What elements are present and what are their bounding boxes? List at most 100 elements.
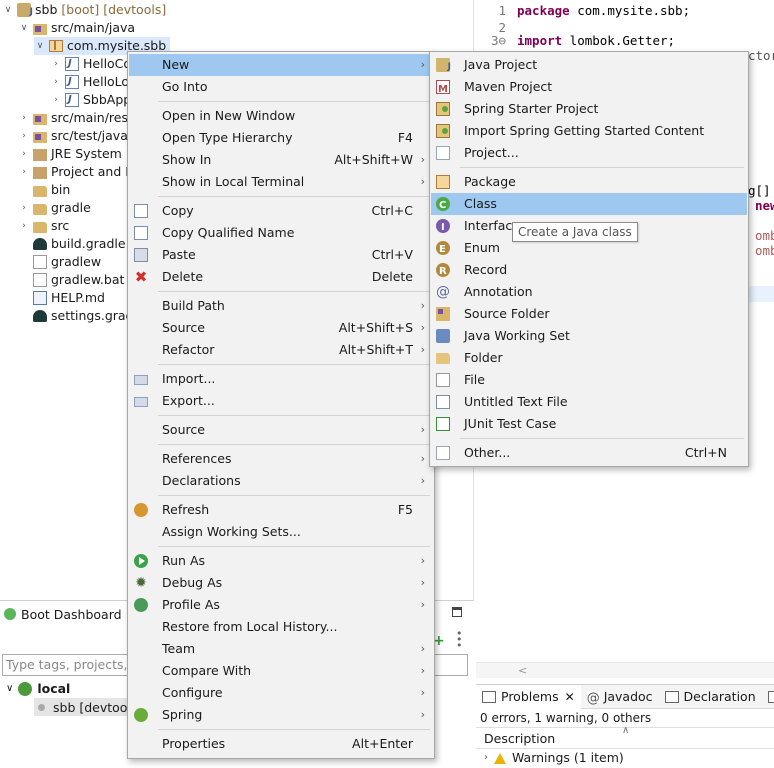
expand-chevron-icon[interactable]: › (484, 749, 488, 767)
expand-chevron-icon[interactable]: › (18, 109, 30, 127)
tree-src-main-java[interactable]: ∨ src/main/java (18, 19, 135, 37)
column-header-description[interactable]: Description ∧ (476, 725, 774, 749)
new-menu-item-record[interactable]: Record (431, 259, 747, 283)
menu-item-label: Package (464, 174, 516, 189)
menu-item-open-in-new-window[interactable]: Open in New Window (129, 105, 433, 127)
junit-icon (436, 417, 450, 431)
maximize-icon[interactable] (452, 607, 462, 617)
expand-chevron-icon[interactable]: › (50, 73, 62, 91)
tree-item[interactable]: bin (18, 181, 70, 199)
tree-item[interactable]: › Project and Ex (18, 163, 140, 181)
tree-item[interactable]: build.gradle (18, 235, 126, 253)
new-menu-item-class[interactable]: Class (431, 193, 747, 217)
menu-item-copy-qualified-name[interactable]: Copy Qualified Name (129, 222, 433, 244)
expand-chevron-icon[interactable]: › (18, 145, 30, 163)
new-menu-item-junit-test-case[interactable]: JUnit Test Case (431, 413, 747, 435)
menu-item-restore-from-local-history[interactable]: Restore from Local History... (129, 616, 433, 638)
menu-item-source[interactable]: Source Alt+Shift+S › (129, 317, 433, 339)
menu-item-team[interactable]: Team › (129, 638, 433, 660)
menu-item-refresh[interactable]: Refresh F5 (129, 499, 433, 521)
menu-item-go-into[interactable]: Go Into (129, 76, 433, 98)
expand-chevron-icon[interactable]: ∨ (2, 1, 14, 19)
submenu-arrow-icon: › (420, 343, 425, 356)
menu-item-run-as[interactable]: Run As › (129, 550, 433, 572)
menu-item-spring[interactable]: Spring › (129, 704, 433, 726)
boot-node-local[interactable]: ∨ local (6, 681, 70, 696)
tree-item[interactable]: › gradle (18, 199, 91, 217)
menu-item-assign-working-sets[interactable]: Assign Working Sets... (129, 521, 433, 543)
menu-item-debug-as[interactable]: ✹ Debug As › (129, 572, 433, 594)
tree-item[interactable]: › src/test/java (18, 127, 128, 145)
tree-item[interactable]: › src/main/reso (18, 109, 135, 127)
tree-project-sbb[interactable]: ∨ sbb [boot] [devtools] (2, 1, 167, 21)
new-menu-item-folder[interactable]: Folder (431, 347, 747, 369)
tab-javadoc[interactable]: @ Javadoc (581, 685, 659, 709)
problems-tab-bar: Problems ✕ @ Javadoc Declaration Co (476, 684, 774, 709)
new-menu-item-other[interactable]: Other... Ctrl+N (431, 442, 747, 464)
menu-item-label: File (464, 372, 485, 387)
tree-file[interactable]: › HelloCo (50, 55, 131, 73)
tree-file[interactable]: › SbbApp (50, 91, 131, 109)
expand-chevron-icon[interactable]: ∨ (34, 37, 46, 55)
new-menu-item-package[interactable]: Package (431, 171, 747, 193)
menu-item-build-path[interactable]: Build Path › (129, 295, 433, 317)
expand-chevron-icon[interactable]: › (18, 163, 30, 181)
code-fragment: ctor (748, 48, 774, 63)
menu-item-configure[interactable]: Configure › (129, 682, 433, 704)
menu-item-show-in-local-terminal[interactable]: Show in Local Terminal › (129, 171, 433, 193)
tab-declaration[interactable]: Declaration (659, 685, 762, 709)
menu-item-declarations[interactable]: Declarations › (129, 470, 433, 492)
line-number-fold[interactable]: 3⊖ (476, 33, 506, 48)
menu-item-export[interactable]: Export... (129, 390, 433, 412)
scroll-left-icon[interactable]: < (518, 664, 527, 677)
new-menu-item-file[interactable]: File (431, 369, 747, 391)
new-menu-item-java-working-set[interactable]: Java Working Set (431, 325, 747, 347)
more-options-icon[interactable]: • • • (456, 628, 463, 651)
menu-item-new[interactable]: New › (129, 54, 433, 76)
tab-boot-dashboard[interactable]: Boot Dashboard ✕ (0, 601, 140, 627)
java-file-icon (65, 91, 79, 109)
menu-item-copy[interactable]: Copy Ctrl+C (129, 200, 433, 222)
menu-item-show-in[interactable]: Show In Alt+Shift+W › (129, 149, 433, 171)
menu-item-references[interactable]: References › (129, 448, 433, 470)
menu-item-source[interactable]: Source › (129, 419, 433, 441)
tree-item[interactable]: HELP.md (18, 289, 105, 307)
new-menu-item-spring-starter-project[interactable]: Spring Starter Project (431, 98, 747, 120)
expand-chevron-icon[interactable]: › (50, 91, 62, 109)
menu-item-paste[interactable]: Paste Ctrl+V (129, 244, 433, 266)
new-menu-item-maven-project[interactable]: Maven Project (431, 76, 747, 101)
menu-item-properties[interactable]: Properties Alt+Enter (129, 733, 433, 755)
expand-chevron-icon[interactable]: › (50, 55, 62, 73)
menu-item-label: Assign Working Sets... (162, 524, 301, 539)
new-menu-item-java-project[interactable]: Java Project (431, 54, 747, 78)
submenu-arrow-icon: › (420, 598, 425, 611)
expand-chevron-icon[interactable]: › (18, 217, 30, 235)
tab-problems[interactable]: Problems ✕ (476, 684, 581, 709)
menu-item-delete[interactable]: ✖ Delete Delete (129, 266, 433, 288)
menu-item-open-type-hierarchy[interactable]: Open Type Hierarchy F4 (129, 127, 433, 149)
tree-item[interactable]: › src (18, 217, 69, 235)
expand-chevron-icon[interactable]: ∨ (18, 19, 30, 37)
expand-chevron-icon[interactable]: ∨ (6, 683, 13, 694)
expand-chevron-icon[interactable]: › (18, 127, 30, 145)
tree-item[interactable]: settings.gradle (18, 307, 145, 325)
tree-item[interactable]: gradlew (18, 253, 101, 271)
close-icon[interactable]: ✕ (565, 690, 575, 704)
code-line: package com.mysite.sbb; (517, 3, 690, 18)
tree-file[interactable]: › HelloLo (50, 73, 129, 91)
tab-console[interactable]: Co (762, 685, 774, 709)
new-menu-item-annotation[interactable]: @ Annotation (431, 281, 747, 303)
menu-item-refactor[interactable]: Refactor Alt+Shift+T › (129, 339, 433, 361)
menu-item-import[interactable]: Import... (129, 368, 433, 390)
new-menu-item-project[interactable]: Project... (431, 142, 747, 164)
new-menu-item-untitled-text-file[interactable]: Untitled Text File (431, 391, 747, 413)
menu-item-compare-with[interactable]: Compare With › (129, 660, 433, 682)
new-menu-item-source-folder[interactable]: Source Folder (431, 303, 747, 325)
tree-item[interactable]: gradlew.bat (18, 271, 124, 289)
horizontal-scrollbar[interactable]: < (476, 662, 774, 678)
problems-row-warnings[interactable]: › Warnings (1 item) (476, 749, 774, 767)
tree-item[interactable]: › JRE System Li (18, 145, 136, 163)
menu-item-profile-as[interactable]: Profile As › (129, 594, 433, 616)
new-menu-item-import-spring-getting-started-content[interactable]: Import Spring Getting Started Content (431, 120, 747, 142)
expand-chevron-icon[interactable]: › (18, 199, 30, 217)
